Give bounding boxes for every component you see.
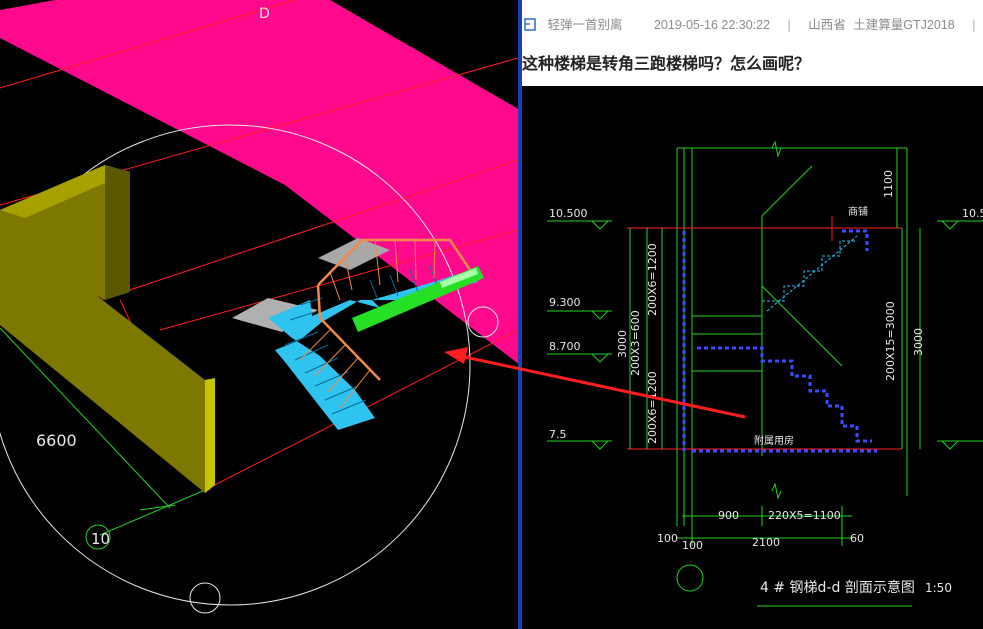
dim-bottom-1100: 220X5=1100 [768, 509, 841, 522]
dim-bottom-60: 60 [850, 532, 864, 545]
meta-spacer [630, 18, 650, 32]
elev-7500: 7.5 [549, 428, 567, 441]
dim-left-total: 3000 [616, 330, 629, 358]
dimension-label: 6600 [36, 431, 77, 450]
axis-label-bottom: 10 [91, 530, 110, 548]
dim-bottom-900: 900 [718, 509, 739, 522]
dim-bottom-2100: 2100 [752, 536, 780, 549]
drawing-scale: 1:50 [925, 581, 952, 595]
post-datetime: 2019-05-16 22:30:22 [653, 18, 771, 32]
drawing-title: 4 # 钢梯d-d 剖面示意图 [760, 579, 915, 596]
dim-right-1: 200X15=3000 [884, 301, 897, 381]
post-product[interactable]: 土建算量GTJ2018 [853, 18, 954, 32]
level-lines [627, 216, 902, 450]
post-meta: 轻弹一首别离 2019-05-16 22:30:22 | 山西省 土建算量GTJ… [524, 14, 983, 32]
meta-separator: | [787, 18, 791, 32]
stair-hatch [682, 229, 877, 453]
cad-section-drawing: 10.500 9.300 8.700 7.5 10.5 商铺 附属用房 900 … [547, 140, 983, 607]
dim-left-2: 200X3=600 [629, 310, 642, 376]
wall-side [105, 165, 130, 300]
label-shop: 商铺 [848, 205, 868, 218]
forum-post-pane: 轻弹一首别离 2019-05-16 22:30:22 | 山西省 土建算量GTJ… [522, 0, 983, 629]
dim-bottom-100b: 100 [682, 539, 703, 552]
elev-10500: 10.500 [549, 207, 588, 220]
elev-right: 10.5 [962, 207, 983, 220]
wall-long-end [205, 378, 215, 493]
label-annex: 附属用房 [754, 434, 794, 447]
model-3d-view[interactable]: D 6600 10 [0, 0, 518, 629]
post-author[interactable]: 轻弹一首别离 [547, 18, 622, 32]
cad-frame [676, 147, 908, 526]
dim-bottom-100a: 100 [657, 532, 678, 545]
post-region: 山西省 [808, 18, 846, 32]
user-icon [524, 18, 536, 31]
dim-left-1: 200X6=1200 [646, 243, 659, 316]
dim-left-3: 200X6=1200 [646, 371, 659, 444]
post-question: 这种楼梯是转角三跑楼梯吗？怎么画呢？ [522, 56, 811, 73]
meta-separator: | [972, 18, 976, 32]
post-header: 轻弹一首别离 2019-05-16 22:30:22 | 山西省 土建算量GTJ… [522, 0, 983, 86]
axis-label-top: D [259, 6, 270, 22]
elev-8700: 8.700 [549, 340, 581, 353]
dim-right-total: 3000 [912, 328, 925, 356]
dim-top-1100: 1100 [882, 170, 895, 198]
model-3d-canvas: D 6600 10 [0, 0, 518, 614]
orbit-handle-bottom[interactable] [189, 582, 221, 614]
axis-bubble-cad [676, 564, 704, 592]
elev-9300: 9.300 [549, 296, 581, 309]
